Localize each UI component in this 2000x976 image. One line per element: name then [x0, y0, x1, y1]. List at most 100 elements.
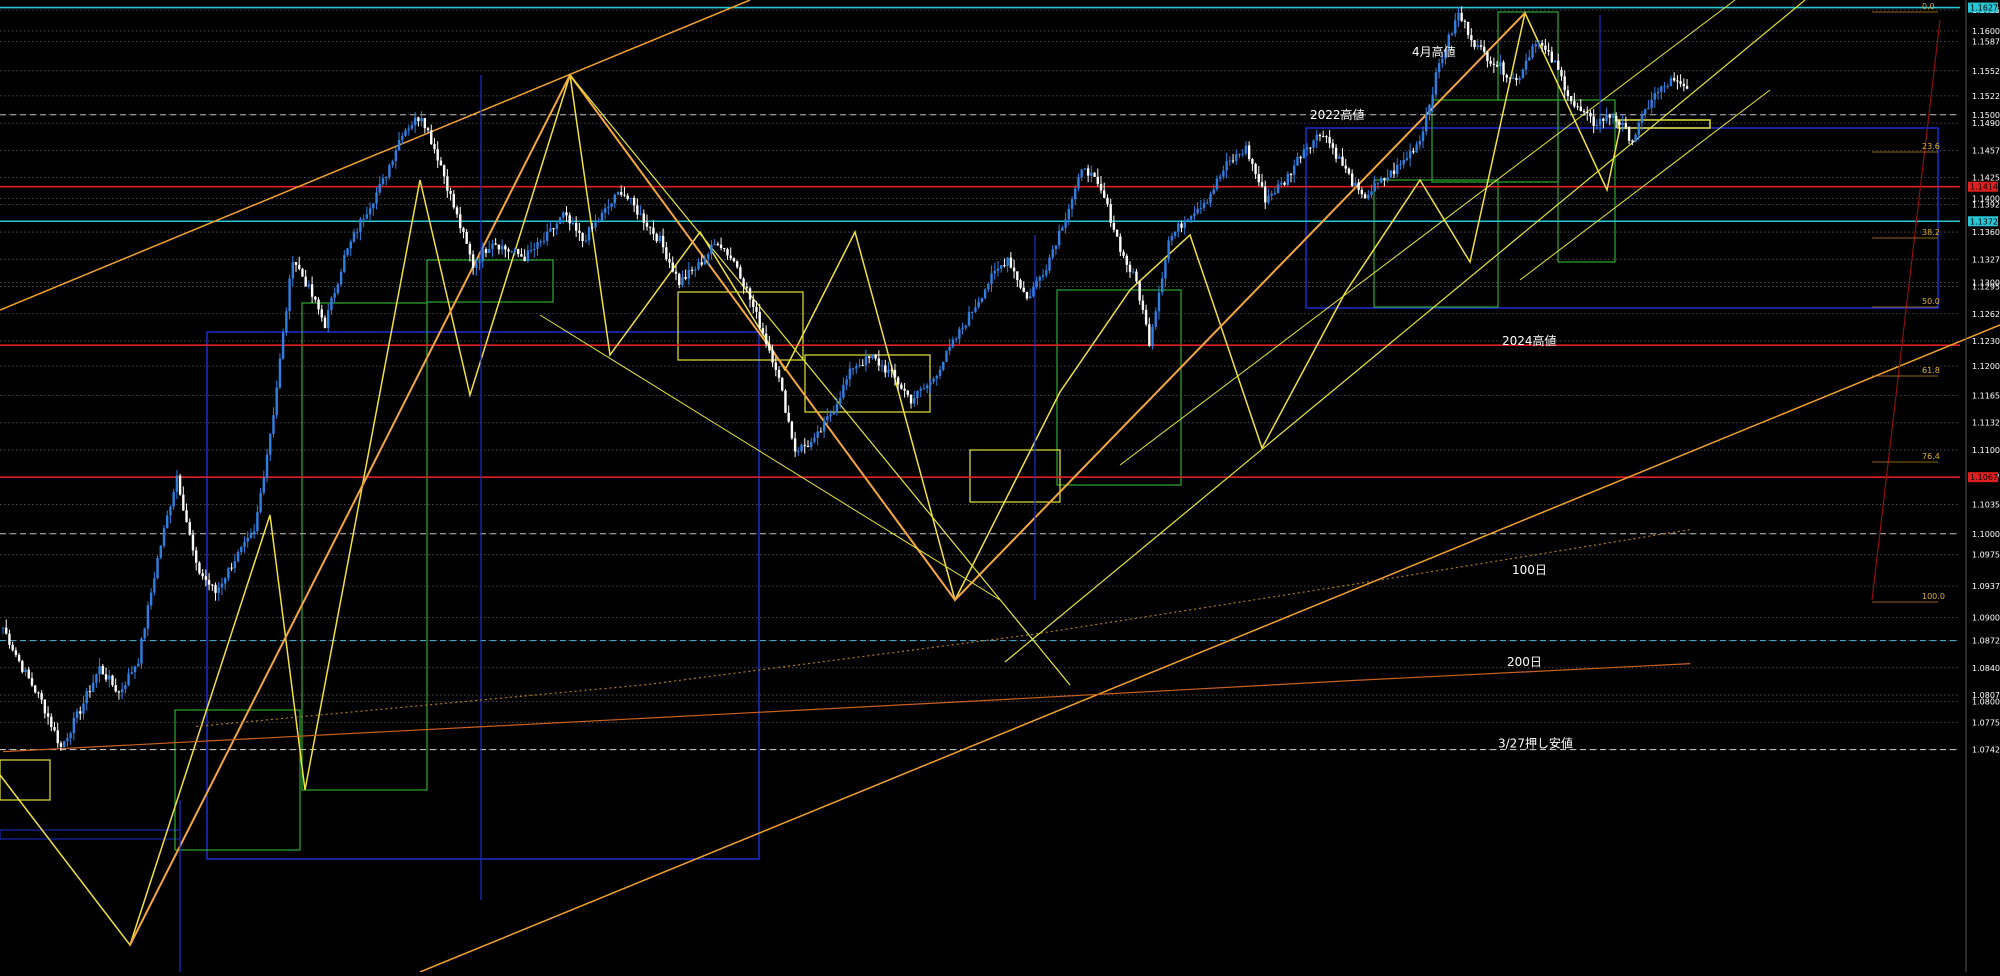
candle-body: [990, 273, 993, 284]
candle-body: [1067, 208, 1071, 220]
candle-body: [623, 194, 626, 196]
chart-annotation: 200日: [1507, 655, 1542, 669]
candle-body: [79, 711, 82, 714]
candle-body: [298, 264, 301, 269]
fib-label: 23.6: [1922, 142, 1940, 151]
candle-body: [761, 328, 765, 334]
candle-body: [1016, 271, 1019, 281]
candle-body: [1344, 165, 1347, 169]
candle-body: [413, 117, 417, 126]
candle-body: [1328, 137, 1331, 144]
candle-body: [871, 354, 874, 358]
candle-body: [1495, 64, 1499, 67]
candle-body: [1605, 114, 1608, 121]
candle-body: [455, 207, 459, 215]
candle-body: [1045, 270, 1048, 276]
candle-body: [1563, 76, 1566, 91]
candle-body: [394, 150, 398, 162]
candle-body: [1669, 78, 1673, 87]
chart-svg[interactable]: 1.162501.160001.158751.155251.152251.150…: [0, 0, 2000, 973]
candle-body: [1421, 131, 1425, 142]
candle-body: [1138, 281, 1141, 301]
candle-body: [1505, 74, 1508, 78]
candle-body: [1144, 309, 1148, 325]
candle-body: [220, 583, 224, 588]
candle-body: [1476, 45, 1479, 48]
candle-body: [858, 365, 861, 367]
candle-body: [117, 691, 121, 693]
candle-body: [513, 248, 517, 252]
candle-body: [626, 195, 629, 199]
candle-body: [793, 438, 797, 452]
candle-body: [781, 377, 784, 391]
candle-body: [1647, 107, 1650, 110]
candle-body: [56, 730, 59, 744]
candle-body: [1586, 112, 1589, 114]
candle-body: [423, 118, 427, 129]
candle-body: [887, 369, 890, 373]
candle-body: [578, 230, 581, 233]
candle-body: [1644, 109, 1647, 115]
candle-body: [613, 194, 616, 204]
candle-body: [436, 149, 439, 161]
candle-body: [678, 273, 681, 286]
candle-body: [755, 306, 758, 312]
price-tick-label: 1.10000: [1972, 530, 2000, 539]
candle-body: [1286, 173, 1289, 185]
candle-body: [1618, 121, 1621, 126]
candle-body: [903, 388, 906, 391]
candle-body: [964, 325, 967, 328]
candle-body: [1621, 123, 1624, 126]
candle-body: [1399, 164, 1402, 166]
candle-body: [810, 441, 813, 448]
candle-body: [874, 354, 877, 359]
chart-annotation: 3/27押し安値: [1498, 735, 1573, 750]
candle-body: [236, 552, 240, 562]
candle-body: [1119, 236, 1122, 252]
candle-body: [1189, 216, 1193, 220]
candle-body: [980, 298, 984, 302]
price-chart[interactable]: 1.162501.160001.158751.155251.152251.150…: [0, 0, 2000, 973]
candle-body: [1515, 77, 1518, 81]
candle-body: [877, 358, 881, 366]
candle-body: [1289, 173, 1293, 175]
candle-body: [330, 297, 333, 311]
candle-body: [565, 212, 568, 216]
candle-body: [983, 289, 987, 299]
candle-body: [829, 414, 832, 417]
candle-body: [204, 576, 208, 580]
candle-body: [607, 206, 610, 209]
price-tick-label: 1.08000: [1972, 697, 2000, 706]
candle-body: [1589, 112, 1592, 117]
candle-body: [1074, 188, 1077, 200]
candle-body: [948, 346, 951, 351]
candle-body: [1521, 69, 1525, 79]
candle-body: [397, 140, 401, 151]
candle-body: [1260, 182, 1264, 187]
candle-body: [1083, 168, 1087, 170]
candle-body: [497, 244, 501, 250]
candle-body: [1170, 235, 1174, 241]
candle-body: [1283, 182, 1286, 185]
candle-body: [1682, 83, 1686, 87]
candle-body: [82, 703, 85, 714]
candle-body: [246, 537, 249, 542]
candle-body: [884, 365, 887, 373]
candle-body: [684, 277, 687, 279]
candle-body: [310, 284, 314, 297]
candle-body: [1173, 231, 1177, 236]
candle-body: [845, 379, 848, 385]
candle-body: [1386, 177, 1389, 180]
candle-body: [690, 269, 694, 271]
candle-body: [262, 477, 266, 493]
candle-body: [855, 366, 858, 369]
candle-body: [30, 678, 34, 686]
candle-body: [1048, 257, 1051, 271]
candle-body: [50, 716, 53, 728]
candle-body: [1656, 91, 1660, 94]
candle-body: [1215, 178, 1219, 190]
candle-body: [1540, 42, 1544, 46]
candle-body: [243, 541, 246, 547]
candle-body: [1231, 160, 1235, 162]
candle-body: [958, 328, 961, 339]
